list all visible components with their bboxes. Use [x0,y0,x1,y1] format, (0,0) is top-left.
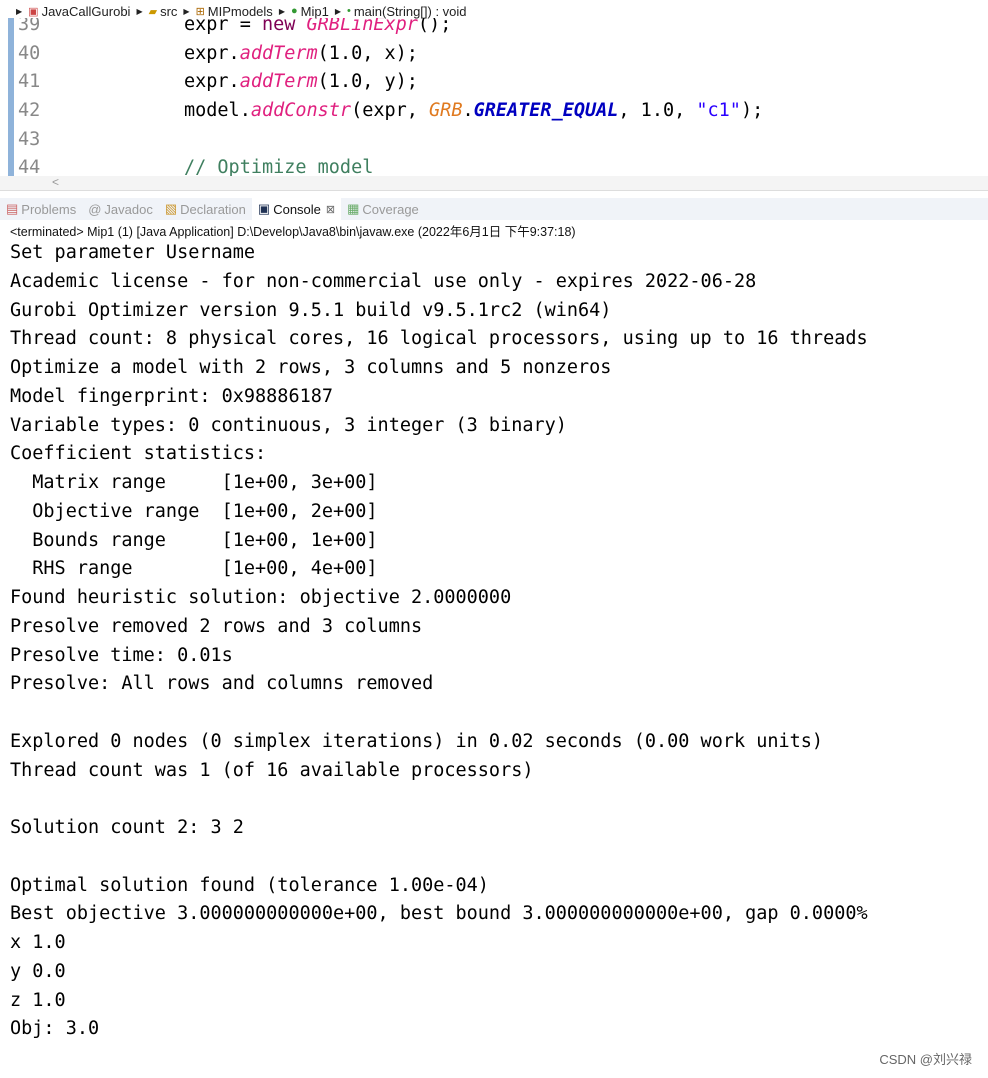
console-line: Presolve time: 0.01s [10,644,233,666]
console-line: Presolve: All rows and columns removed [10,673,434,695]
console-line: Explored 0 nodes (0 simplex iterations) … [10,730,824,752]
view-tabs: ▤ Problems @ Javadoc ▧ Declaration ▣ Console… [0,198,988,220]
package-icon: ⊞ [195,5,205,18]
declaration-icon: ▧ [164,201,178,216]
code-editor[interactable]: 39 expr = new GRBLinExpr(); 40 expr.addTer… [0,18,988,176]
code-line: expr = new GRBLinExpr(); [184,18,452,35]
console-line: Presolve removed 2 rows and 3 columns [10,615,423,637]
console-line: Gurobi Optimizer version 9.5.1 build v9.… [10,299,612,321]
method-icon: • [346,5,351,17]
console-line: Best objective 3.000000000000e+00, best … [10,903,868,925]
javadoc-icon: @ [88,201,102,217]
console-line: z 1.0 [10,989,66,1011]
console-line: Bounds range [1e+00, 1e+00] [10,529,378,551]
chevron-right-icon[interactable]: ▶ [136,7,142,16]
breadcrumb-project[interactable]: JavaCallGurobi [42,4,131,19]
folder-icon: ▰ [148,5,158,18]
breadcrumb-method[interactable]: main(String[]) : void [354,4,467,19]
console-line: Coefficient statistics: [10,443,267,465]
problems-icon: ▤ [6,201,19,216]
horizontal-scrollbar[interactable]: < [0,175,988,191]
project-icon: ▣ [28,5,39,18]
console-icon: ▣ [257,201,271,216]
watermark: CSDN @刘兴禄 [879,1052,972,1067]
chevron-right-icon[interactable]: ▶ [16,7,22,16]
line-number: 43 [18,129,41,150]
tab-console[interactable]: ▣ Console ⊠ [251,198,342,220]
console-line: Solution count 2: 3 2 [10,817,244,838]
console-line: Objective range [1e+00, 2e+00] [10,500,378,522]
scroll-left-arrow[interactable]: < [52,175,59,189]
console-line: Set parameter Username [10,242,256,263]
console-line: RHS range [1e+00, 4e+00] [10,558,378,580]
code-line: expr.addTerm(1.0, x); [184,43,418,64]
console-line: Academic license - for non-commercial us… [10,270,757,292]
code-comment: // Optimize model [184,157,374,176]
console-line: x 1.0 [10,932,66,953]
editor-gutter [8,18,14,176]
close-icon[interactable]: ⊠ [326,203,335,216]
class-icon: ● [290,5,298,17]
console-line: Variable types: 0 continuous, 3 integer … [10,414,567,436]
code-line: expr.addTerm(1.0, y); [184,71,418,92]
breadcrumb-package[interactable]: MIPmodels [208,4,273,19]
coverage-icon: ▦ [347,201,360,216]
console-line: Optimal solution found (tolerance 1.00e-… [10,874,489,896]
console-line: Thread count was 1 (of 16 available proc… [10,759,534,781]
console-line: y 0.0 [10,960,66,982]
console-output[interactable]: Set parameter Username Academic license -… [10,239,868,1044]
chevron-right-icon[interactable]: ▶ [279,7,285,16]
line-number: 44 [18,157,41,176]
chevron-right-icon[interactable]: ▶ [183,7,189,16]
breadcrumb-class[interactable]: Mip1 [301,4,329,19]
console-line: Optimize a model with 2 rows, 3 columns … [10,357,612,378]
breadcrumb-src[interactable]: src [160,4,177,19]
line-number: 41 [18,71,41,92]
tab-coverage[interactable]: ▦ Coverage [341,198,425,220]
console-line: Obj: 3.0 [10,1018,100,1040]
console-status: <terminated> Mip1 (1) [Java Application]… [10,225,576,239]
tab-problems[interactable]: ▤ Problems [0,198,82,220]
line-number: 40 [18,43,41,64]
console-line: Matrix range [1e+00, 3e+00] [10,472,378,493]
line-number: 39 [18,18,41,35]
tab-javadoc[interactable]: @ Javadoc [82,198,159,220]
console-line: Model fingerprint: 0x98886187 [10,385,334,407]
console-line: Thread count: 8 physical cores, 16 logic… [10,328,868,350]
line-number: 42 [18,100,41,121]
tab-declaration[interactable]: ▧ Declaration [159,198,252,220]
code-line: model.addConstr(expr, GRB.GREATER_EQUAL,… [184,100,764,121]
console-line: Found heuristic solution: objective 2.00… [10,587,512,608]
chevron-right-icon[interactable]: ▶ [335,7,341,16]
